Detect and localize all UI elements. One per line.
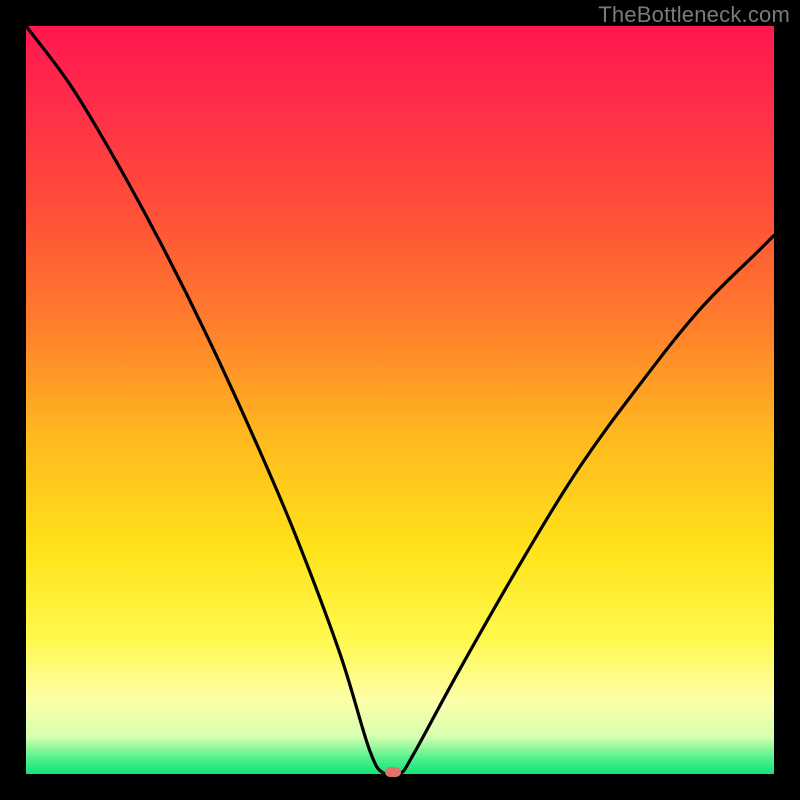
plot-area — [26, 26, 774, 774]
watermark-text: TheBottleneck.com — [598, 2, 790, 28]
chart-frame: TheBottleneck.com — [0, 0, 800, 800]
bottleneck-line — [26, 26, 774, 774]
bottleneck-marker — [385, 767, 401, 777]
